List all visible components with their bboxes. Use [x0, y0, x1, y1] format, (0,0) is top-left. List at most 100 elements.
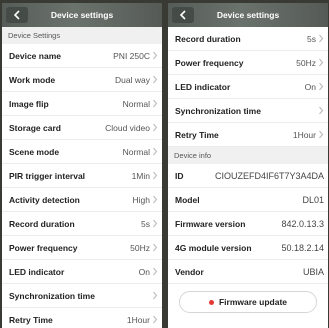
setting-label: Power frequency [9, 242, 78, 253]
setting-row: Model DL01 [168, 188, 328, 212]
chevron-left-icon [13, 10, 20, 20]
setting-row[interactable]: Synchronization time [2, 284, 162, 308]
firmware-update-button[interactable]: Firmware update [179, 291, 317, 313]
setting-label: LED indicator [9, 266, 65, 277]
setting-value-text: 50Hz [130, 242, 150, 253]
setting-value: 50Hz [130, 243, 158, 253]
setting-row[interactable]: Synchronization time [168, 99, 328, 123]
setting-row[interactable]: PIR trigger interval 1Min [2, 164, 162, 188]
header-bar: Device settings [2, 3, 162, 27]
page-title: Device settings [50, 10, 114, 20]
setting-value-text: Dual way [115, 74, 150, 85]
setting-label: Synchronization time [175, 105, 261, 116]
setting-label: Vendor [175, 266, 204, 277]
setting-value: DL01 [302, 195, 324, 205]
device-settings-panel-left: Device settings Device Settings Device n… [2, 3, 162, 328]
chevron-right-icon [319, 130, 324, 139]
setting-value-text: CIOUZEFD4IF6T7Y3A4DA [214, 170, 324, 181]
header-bar: Device settings [168, 3, 328, 27]
back-button[interactable] [6, 7, 28, 23]
setting-value: 50Hz [296, 58, 324, 68]
setting-label: Record duration [9, 218, 75, 229]
setting-row[interactable]: Power frequency 50Hz [168, 51, 328, 75]
setting-value-text: 842.0.13.3 [281, 218, 324, 229]
chevron-left-icon [179, 10, 186, 20]
setting-label: Storage card [9, 122, 61, 133]
setting-value-text: High [132, 194, 150, 205]
chevron-right-icon [153, 147, 158, 156]
setting-row[interactable]: Record duration 5s [168, 27, 328, 51]
setting-value: 50.18.2.14 [281, 243, 324, 253]
chevron-right-icon [153, 243, 158, 252]
setting-value-text: 1Hour [126, 314, 150, 325]
chevron-right-icon [319, 82, 324, 91]
chevron-right-icon [319, 58, 324, 67]
setting-value: UBIA [303, 267, 324, 277]
chevron-right-icon [153, 195, 158, 204]
setting-value: High [133, 195, 158, 205]
setting-label: Work mode [9, 74, 56, 85]
setting-label: Device name [9, 50, 61, 61]
firmware-update-label: Firmware update [218, 297, 288, 307]
setting-value: Normal [123, 99, 158, 109]
setting-value-text: Cloud video [105, 122, 150, 133]
setting-value: PNI 250C [113, 51, 158, 61]
setting-value: 842.0.13.3 [281, 219, 324, 229]
setting-value-text: 5s [141, 218, 150, 229]
setting-value-text: 50.18.2.14 [281, 242, 324, 253]
chevron-right-icon [153, 219, 158, 228]
setting-label: Retry Time [9, 314, 53, 325]
setting-value-text: UBIA [302, 266, 324, 277]
setting-row[interactable]: Storage card Cloud video [2, 116, 162, 140]
setting-row[interactable]: Image flip Normal [2, 92, 162, 116]
setting-label: Scene mode [9, 146, 60, 157]
device-settings-panel-right: Device settings Record duration 5s Power f… [168, 3, 328, 328]
page-title: Device settings [216, 10, 280, 20]
setting-label: Power frequency [175, 57, 244, 68]
setting-value: 1Min [132, 171, 158, 181]
chevron-right-icon [153, 171, 158, 180]
chevron-right-icon [153, 99, 158, 108]
setting-value-text: On [138, 266, 150, 277]
setting-value-text: On [304, 81, 316, 92]
setting-value-text: Normal [122, 146, 150, 157]
setting-value-text: DL01 [302, 194, 324, 205]
chevron-right-icon [153, 75, 158, 84]
setting-value: Dual way [115, 75, 158, 85]
setting-label: Model [175, 194, 200, 205]
setting-row[interactable]: Record duration 5s [2, 212, 162, 236]
setting-value: Normal [123, 147, 158, 157]
setting-row[interactable]: LED indicator On [2, 260, 162, 284]
setting-value-text: 1Min [131, 170, 150, 181]
setting-value [316, 106, 324, 115]
firmware-update-area: Firmware update [168, 284, 328, 320]
section-header: Device Settings [2, 27, 162, 44]
setting-label: Synchronization time [9, 290, 95, 301]
setting-label: Retry Time [175, 129, 219, 140]
setting-value: CIOUZEFD4IF6T7Y3A4DA [215, 171, 324, 181]
setting-row: 4G module version 50.18.2.14 [168, 236, 328, 260]
red-dot-icon [208, 299, 214, 305]
setting-row[interactable]: LED indicator On [168, 75, 328, 99]
back-button[interactable] [172, 7, 194, 23]
chevron-right-icon [153, 51, 158, 60]
setting-row[interactable]: Work mode Dual way [2, 68, 162, 92]
setting-row[interactable]: Power frequency 50Hz [2, 236, 162, 260]
setting-label: PIR trigger interval [9, 170, 86, 181]
setting-value-text: 50Hz [296, 57, 316, 68]
setting-row[interactable]: Activity detection High [2, 188, 162, 212]
setting-row[interactable]: Device name PNI 250C [2, 44, 162, 68]
setting-row[interactable]: Scene mode Normal [2, 140, 162, 164]
setting-row: ID CIOUZEFD4IF6T7Y3A4DA [168, 164, 328, 188]
setting-label: 4G module version [175, 242, 252, 253]
setting-value-text: Normal [122, 98, 150, 109]
setting-label: ID [175, 170, 184, 181]
setting-row[interactable]: Retry Time 1Hour [168, 123, 328, 147]
setting-value-text: PNI 250C [113, 50, 150, 61]
setting-row[interactable]: Retry Time 1Hour [2, 308, 162, 328]
setting-value: On [139, 267, 158, 277]
setting-label: Image flip [9, 98, 49, 109]
setting-row: Vendor UBIA [168, 260, 328, 284]
chevron-right-icon [153, 123, 158, 132]
setting-value-text: 5s [307, 33, 316, 44]
